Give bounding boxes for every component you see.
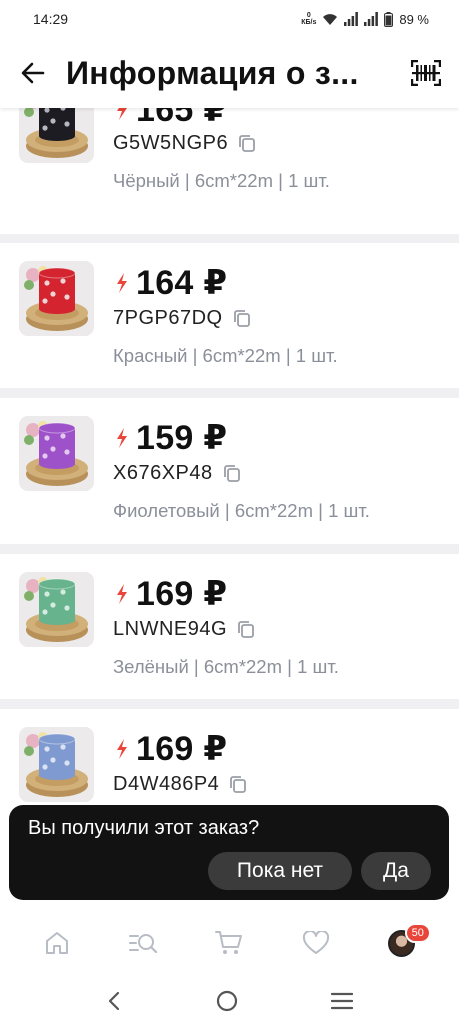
lightning-icon: [117, 739, 127, 759]
not-yet-button[interactable]: Пока нет: [208, 852, 352, 890]
list-item[interactable]: 164 ₽ 7PGP67DQ Красный | 6cm*22m | 1 шт.: [0, 243, 459, 388]
nav-profile[interactable]: 50: [377, 918, 431, 968]
toast-question: Вы получили этот заказ?: [28, 817, 260, 839]
ribbon-roll-image: [24, 577, 88, 642]
signal-icon: [364, 12, 379, 26]
ribbon-roll-image: [24, 421, 88, 486]
list-item[interactable]: 159 ₽ X676XP48 Фиолетовый | 6cm*22m | 1 …: [0, 398, 459, 544]
product-thumbnail[interactable]: [19, 727, 94, 802]
app-header: Информация о з...: [0, 38, 459, 108]
product-thumbnail[interactable]: [19, 261, 94, 336]
status-bar: 14:29 0 КБ/s 89 %: [0, 0, 459, 38]
network-speed: 0 КБ/s: [301, 12, 317, 26]
item-code: D4W486P4: [113, 773, 220, 795]
lightning-icon: [117, 108, 127, 120]
item-code: 7PGP67DQ: [113, 307, 223, 329]
signal-icon: [344, 12, 359, 26]
status-time: 14:29: [33, 11, 69, 27]
arrow-left-icon: [21, 62, 45, 84]
item-price: 165 ₽: [136, 108, 228, 129]
ribbon-roll-image: [24, 732, 88, 797]
home-icon: [46, 932, 69, 954]
barcode-button[interactable]: [393, 38, 459, 108]
item-description: Чёрный | 6cm*22m | 1 шт.: [113, 170, 330, 191]
barcode-icon: [411, 60, 441, 86]
cart-icon: [215, 931, 243, 954]
page-title: Информация о з...: [66, 54, 359, 91]
receipt-confirmation-toast: Вы получили этот заказ? Пока нет Да: [9, 805, 449, 900]
catalog-search-icon: [129, 934, 158, 954]
item-code: LNWNE94G: [113, 618, 228, 640]
ribbon-roll-image: [24, 108, 88, 158]
home-circle-icon[interactable]: [216, 990, 238, 1012]
ribbon-roll-image: [24, 266, 88, 331]
order-items-list[interactable]: 165 ₽ G5W5NGP6 Чёрный | 6cm*22m | 1 шт. …: [0, 108, 459, 908]
lightning-icon: [117, 428, 127, 448]
battery-percent: 89 %: [399, 11, 429, 27]
nav-wishlist[interactable]: [291, 918, 341, 968]
system-nav: [0, 978, 459, 1024]
product-thumbnail[interactable]: [19, 108, 94, 163]
item-description: Фиолетовый | 6cm*22m | 1 шт.: [113, 500, 370, 521]
item-code: G5W5NGP6: [113, 132, 229, 154]
nav-catalog[interactable]: [118, 918, 168, 968]
wifi-icon: [323, 14, 338, 25]
back-button[interactable]: [0, 38, 66, 108]
item-price: 169 ₽: [136, 575, 228, 613]
nav-cart[interactable]: [204, 918, 254, 968]
nav-home[interactable]: [32, 918, 82, 968]
lightning-icon: [117, 273, 127, 293]
battery-icon: [384, 11, 394, 27]
item-price: 164 ₽: [136, 264, 228, 302]
item-price: 169 ₽: [136, 730, 228, 768]
copy-icon[interactable]: [223, 464, 241, 483]
bottom-nav: 50: [0, 908, 459, 978]
notification-badge: 50: [404, 923, 431, 943]
back-chevron-icon[interactable]: [107, 991, 123, 1011]
copy-icon[interactable]: [238, 134, 256, 153]
item-description: Зелёный | 6cm*22m | 1 шт.: [113, 656, 339, 677]
item-description: Красный | 6cm*22m | 1 шт.: [113, 345, 338, 366]
list-item[interactable]: 165 ₽ G5W5NGP6 Чёрный | 6cm*22m | 1 шт.: [0, 108, 459, 234]
copy-icon[interactable]: [233, 309, 251, 328]
product-thumbnail[interactable]: [19, 572, 94, 647]
lightning-icon: [117, 584, 127, 604]
item-code: X676XP48: [113, 462, 213, 484]
product-thumbnail[interactable]: [19, 416, 94, 491]
copy-icon[interactable]: [237, 620, 255, 639]
item-price: 159 ₽: [136, 419, 228, 457]
recents-icon[interactable]: [330, 992, 353, 1010]
copy-icon[interactable]: [229, 775, 247, 794]
heart-icon: [302, 931, 329, 954]
list-item[interactable]: 169 ₽ LNWNE94G Зелёный | 6cm*22m | 1 шт.: [0, 554, 459, 699]
yes-button[interactable]: Да: [361, 852, 431, 890]
